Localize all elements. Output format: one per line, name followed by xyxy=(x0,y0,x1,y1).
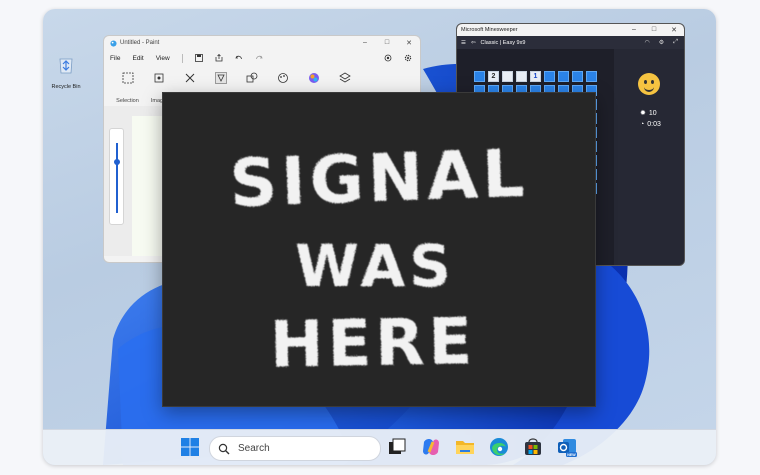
minesweeper-titlebar[interactable]: Microsoft Minesweeper – □ ✕ xyxy=(457,24,684,36)
settings-icon[interactable]: ⚙ xyxy=(659,39,664,46)
selection-group[interactable]: Selection xyxy=(112,70,143,104)
paint-menubar: File Edit View xyxy=(104,50,420,66)
taskbar: Search NEW xyxy=(43,429,716,465)
mine-count: 10 xyxy=(648,109,657,117)
file-explorer-icon xyxy=(456,441,474,454)
paint-zoom-slider[interactable] xyxy=(109,128,124,225)
menu-file[interactable]: File xyxy=(110,55,120,62)
desktop: Recycle Bin Untitled - Paint – □ ✕ File … xyxy=(43,9,716,465)
expand-icon[interactable]: ⤢ xyxy=(673,39,678,46)
mine-cell[interactable] xyxy=(502,71,513,82)
recycle-bin-icon xyxy=(59,58,73,74)
image-crop-icon xyxy=(154,73,163,83)
clock-icon: ◔ xyxy=(640,121,645,128)
tools-icon xyxy=(185,73,194,83)
task-view-button[interactable] xyxy=(386,436,408,458)
paint-app-icon xyxy=(110,39,117,47)
start-icon xyxy=(181,438,199,456)
timer-value: 0:03 xyxy=(647,121,661,128)
outlook-new-icon: NEW xyxy=(558,439,577,457)
menu-edit[interactable]: Edit xyxy=(132,55,143,62)
copilot-icon xyxy=(423,439,439,455)
store-button[interactable] xyxy=(522,436,544,458)
paint-titlebar[interactable]: Untitled - Paint – □ ✕ xyxy=(104,36,420,50)
outlook-new-badge: NEW xyxy=(567,453,576,457)
mine-cell[interactable]: 1 xyxy=(530,71,541,82)
taskbar-search-box[interactable]: Search xyxy=(209,436,381,461)
zoom-knob[interactable] xyxy=(114,159,120,165)
paint-close-button[interactable]: ✕ xyxy=(398,39,420,47)
recycle-bin-desktop-icon[interactable]: Recycle Bin xyxy=(49,55,83,90)
mine-cell[interactable] xyxy=(544,71,555,82)
edge-button[interactable] xyxy=(488,436,510,458)
redo-icon[interactable] xyxy=(255,54,263,62)
graffiti-line-2: WAS xyxy=(295,232,455,300)
shapes-icon xyxy=(246,72,257,83)
undo-icon[interactable] xyxy=(235,54,243,62)
file-explorer-button[interactable] xyxy=(454,436,476,458)
shapes-group[interactable] xyxy=(236,70,267,86)
settings-gear-icon[interactable] xyxy=(404,54,412,62)
layers-icon xyxy=(338,72,351,83)
mine-cell[interactable] xyxy=(558,71,569,82)
search-icon xyxy=(218,443,230,454)
mode-label[interactable]: Classic | Easy 9x9 xyxy=(481,40,526,46)
edge-icon xyxy=(490,438,508,456)
menu-separator xyxy=(181,53,183,63)
outlook-new-button[interactable]: NEW xyxy=(556,436,578,458)
minesweeper-close-button[interactable]: ✕ xyxy=(664,26,684,34)
layers-group[interactable] xyxy=(329,70,360,86)
minesweeper-title: Microsoft Minesweeper xyxy=(461,27,518,33)
selection-icon xyxy=(122,72,133,84)
wifi-icon[interactable]: ◠ xyxy=(645,39,650,46)
minesweeper-minimize-button[interactable]: – xyxy=(624,26,644,34)
colors-group[interactable] xyxy=(267,70,298,86)
save-icon[interactable] xyxy=(194,54,203,62)
search-placeholder: Search xyxy=(238,443,270,454)
menu-view[interactable]: View xyxy=(156,55,170,62)
paint-minimize-button[interactable]: – xyxy=(354,39,376,47)
tools-group[interactable] xyxy=(174,70,205,86)
mine-cell[interactable] xyxy=(586,71,597,82)
graffiti-line-1: SIGNAL xyxy=(228,135,529,222)
brushes-group[interactable] xyxy=(205,70,236,86)
back-arrow-icon[interactable]: ⇦ xyxy=(471,40,476,46)
minesweeper-toolbar: ☰ ⇦ Classic | Easy 9x9 ◠ ⚙ ⤢ xyxy=(457,36,684,49)
cocreator-group[interactable] xyxy=(298,70,329,86)
minesweeper-sidebar: ✹ 10 ◔ 0:03 xyxy=(614,49,684,265)
zoom-track xyxy=(116,143,118,213)
share-icon[interactable] xyxy=(215,54,223,62)
layers-status-icon[interactable] xyxy=(384,54,392,62)
copilot-cocreator-icon xyxy=(308,73,319,83)
recycle-bin-label: Recycle Bin xyxy=(51,84,81,90)
selection-label: Selection xyxy=(116,98,139,104)
hamburger-menu-icon[interactable]: ☰ xyxy=(461,40,466,46)
mine-cell[interactable] xyxy=(572,71,583,82)
palette-icon xyxy=(277,73,288,83)
mine-icon: ✹ xyxy=(640,110,646,117)
mine-cell[interactable]: 2 xyxy=(488,71,499,82)
task-view-icon xyxy=(389,438,406,454)
graffiti-image-window: SIGNAL WAS HERE xyxy=(162,92,596,407)
paint-title: Untitled - Paint xyxy=(120,40,160,46)
paint-maximize-button[interactable]: □ xyxy=(376,39,398,47)
minesweeper-maximize-button[interactable]: □ xyxy=(644,26,664,34)
paint-canvas[interactable] xyxy=(132,116,164,256)
mine-cell[interactable] xyxy=(474,71,485,82)
mine-cell[interactable] xyxy=(516,71,527,82)
store-icon xyxy=(525,438,541,455)
graffiti-text: SIGNAL WAS HERE xyxy=(228,135,529,383)
copilot-button[interactable] xyxy=(420,436,442,458)
start-button[interactable] xyxy=(179,436,201,458)
mine-counter: ✹ 10 xyxy=(640,109,657,118)
timer: ◔ 0:03 xyxy=(640,121,661,128)
smiley-face-button[interactable] xyxy=(638,73,660,95)
brush-icon xyxy=(214,72,227,84)
graffiti-line-3: HERE xyxy=(269,305,477,383)
